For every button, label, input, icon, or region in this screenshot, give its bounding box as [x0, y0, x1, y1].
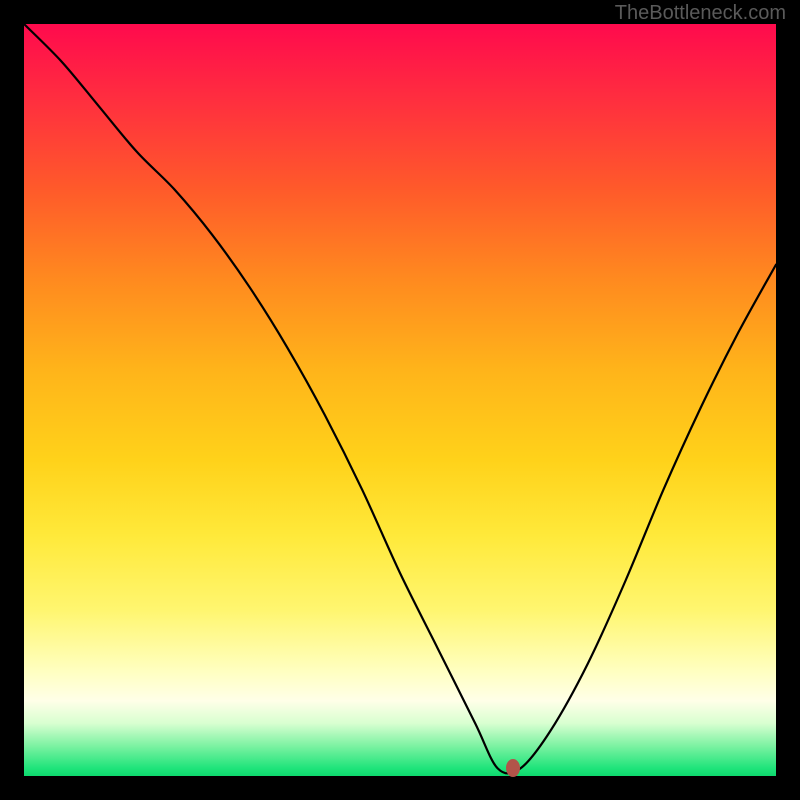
watermark: TheBottleneck.com — [615, 2, 786, 25]
bottleneck-curve — [24, 24, 776, 776]
chart-plot-area — [24, 24, 776, 776]
optimum-marker — [506, 759, 520, 777]
